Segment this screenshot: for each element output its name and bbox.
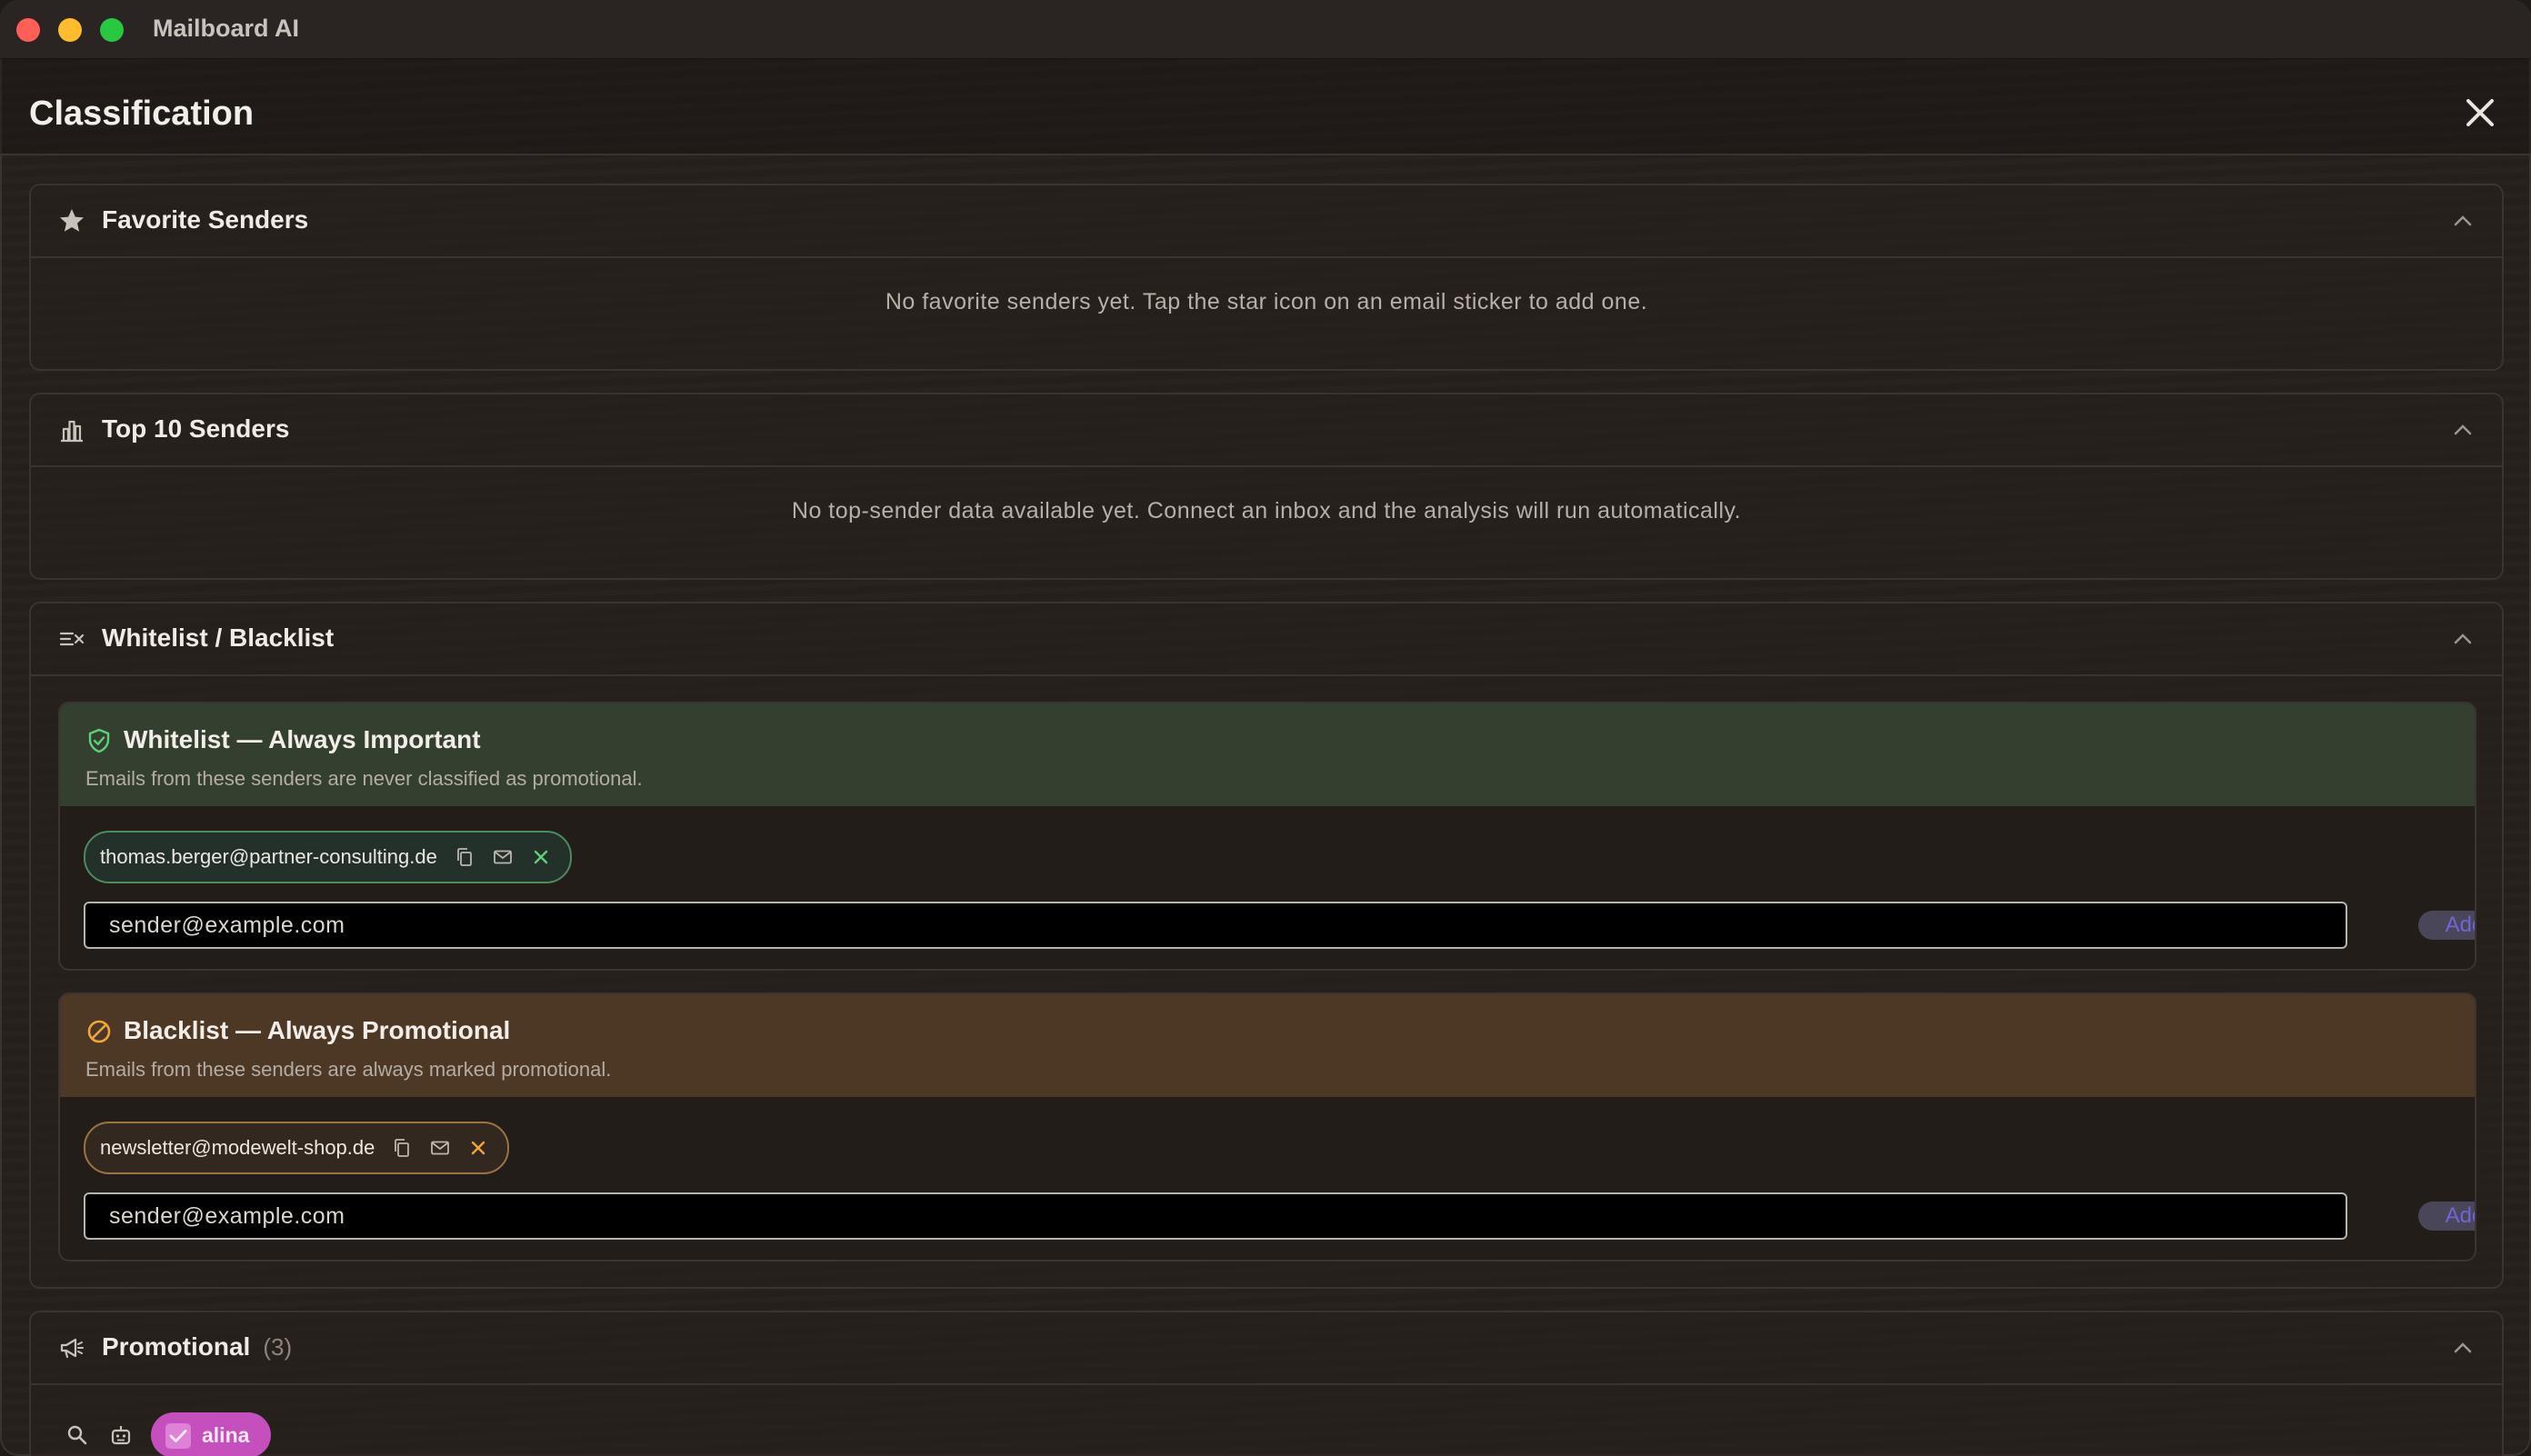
section-title: Promotional (3) [102, 1332, 292, 1361]
entry-email: thomas.berger@partner-consulting.de [100, 845, 437, 868]
blacklist-header: Blacklist — Always Promotional Emails fr… [60, 994, 2475, 1097]
checkbox-checked-icon [165, 1423, 191, 1449]
blacklist-description: Emails from these senders are always mar… [85, 1058, 612, 1081]
blacklist-panel: Blacklist — Always Promotional Emails fr… [58, 992, 2476, 1262]
app-window: Mailboard AI Classification Favorite Sen… [0, 0, 2531, 1456]
whitelist-email-input[interactable] [84, 902, 2347, 949]
whitelist-description: Emails from these senders are never clas… [85, 767, 643, 790]
promotional-title: Promotional [102, 1332, 251, 1361]
title-bar: Mailboard AI [0, 0, 2531, 59]
blacklist-entry-chip: newsletter@modewelt-shop.de [84, 1122, 510, 1174]
whitelist-header: Whitelist — Always Important Emails from… [60, 703, 2475, 806]
shield-check-icon [88, 728, 110, 753]
ban-icon [87, 1020, 111, 1043]
top-senders-section: Top 10 Senders No top-sender data availa… [29, 393, 2504, 580]
blacklist-email-input[interactable] [84, 1192, 2347, 1240]
search-icon[interactable] [65, 1423, 89, 1447]
list-filter-icon [59, 632, 85, 646]
empty-state-text: No top-sender data available yet. Connec… [791, 498, 1742, 524]
blacklist-title: Blacklist — Always Promotional [124, 1016, 511, 1044]
section-title: Favorite Senders [102, 205, 309, 234]
robot-icon[interactable] [109, 1423, 133, 1447]
whitelist-blacklist-section: Whitelist / Blacklist Whitelist — Always… [29, 602, 2504, 1289]
entry-email: newsletter@modewelt-shop.de [100, 1136, 375, 1159]
chevron-up-icon[interactable] [2451, 211, 2475, 231]
promotional-count: (3) [263, 1333, 293, 1361]
bar-chart-icon [61, 420, 83, 443]
whitelist-blacklist-header[interactable]: Whitelist / Blacklist [31, 603, 2502, 676]
close-icon[interactable] [2462, 95, 2498, 131]
app-title: Mailboard AI [153, 15, 300, 42]
megaphone-icon [60, 1338, 84, 1359]
whitelist-add-button[interactable]: Add [2418, 911, 2475, 940]
remove-icon[interactable] [530, 846, 552, 868]
promotional-section: Promotional (3) [29, 1311, 2504, 1456]
user-name: alina [202, 1423, 250, 1447]
chevron-up-icon[interactable] [2451, 420, 2475, 440]
mail-icon[interactable] [429, 1137, 451, 1159]
section-title: Whitelist / Blacklist [102, 623, 335, 652]
promotional-header[interactable]: Promotional (3) [31, 1312, 2502, 1385]
star-icon [60, 209, 84, 232]
empty-state-text: No favorite senders yet. Tap the star ic… [885, 289, 1648, 314]
section-title: Top 10 Senders [102, 414, 290, 443]
blacklist-add-button[interactable]: Add [2418, 1202, 2475, 1231]
page-title: Classification [29, 95, 255, 133]
copy-icon[interactable] [391, 1137, 413, 1159]
minimize-window-button[interactable] [58, 18, 82, 42]
favorite-senders-section: Favorite Senders No favorite senders yet… [29, 184, 2504, 371]
favorite-senders-header[interactable]: Favorite Senders [31, 185, 2502, 258]
chevron-up-icon[interactable] [2451, 629, 2475, 649]
whitelist-entry-chip: thomas.berger@partner-consulting.de [84, 831, 572, 883]
zoom-window-button[interactable] [100, 18, 124, 42]
close-window-button[interactable] [16, 18, 40, 42]
whitelist-panel: Whitelist — Always Important Emails from… [58, 702, 2476, 971]
page-header: Classification [0, 58, 2531, 155]
copy-icon[interactable] [454, 846, 475, 868]
remove-icon[interactable] [467, 1137, 489, 1159]
top-senders-header[interactable]: Top 10 Senders [31, 394, 2502, 467]
mail-icon[interactable] [492, 846, 514, 868]
user-account-pill[interactable]: alina [151, 1412, 271, 1456]
chevron-up-icon[interactable] [2451, 1338, 2475, 1358]
whitelist-title: Whitelist — Always Important [124, 725, 481, 753]
